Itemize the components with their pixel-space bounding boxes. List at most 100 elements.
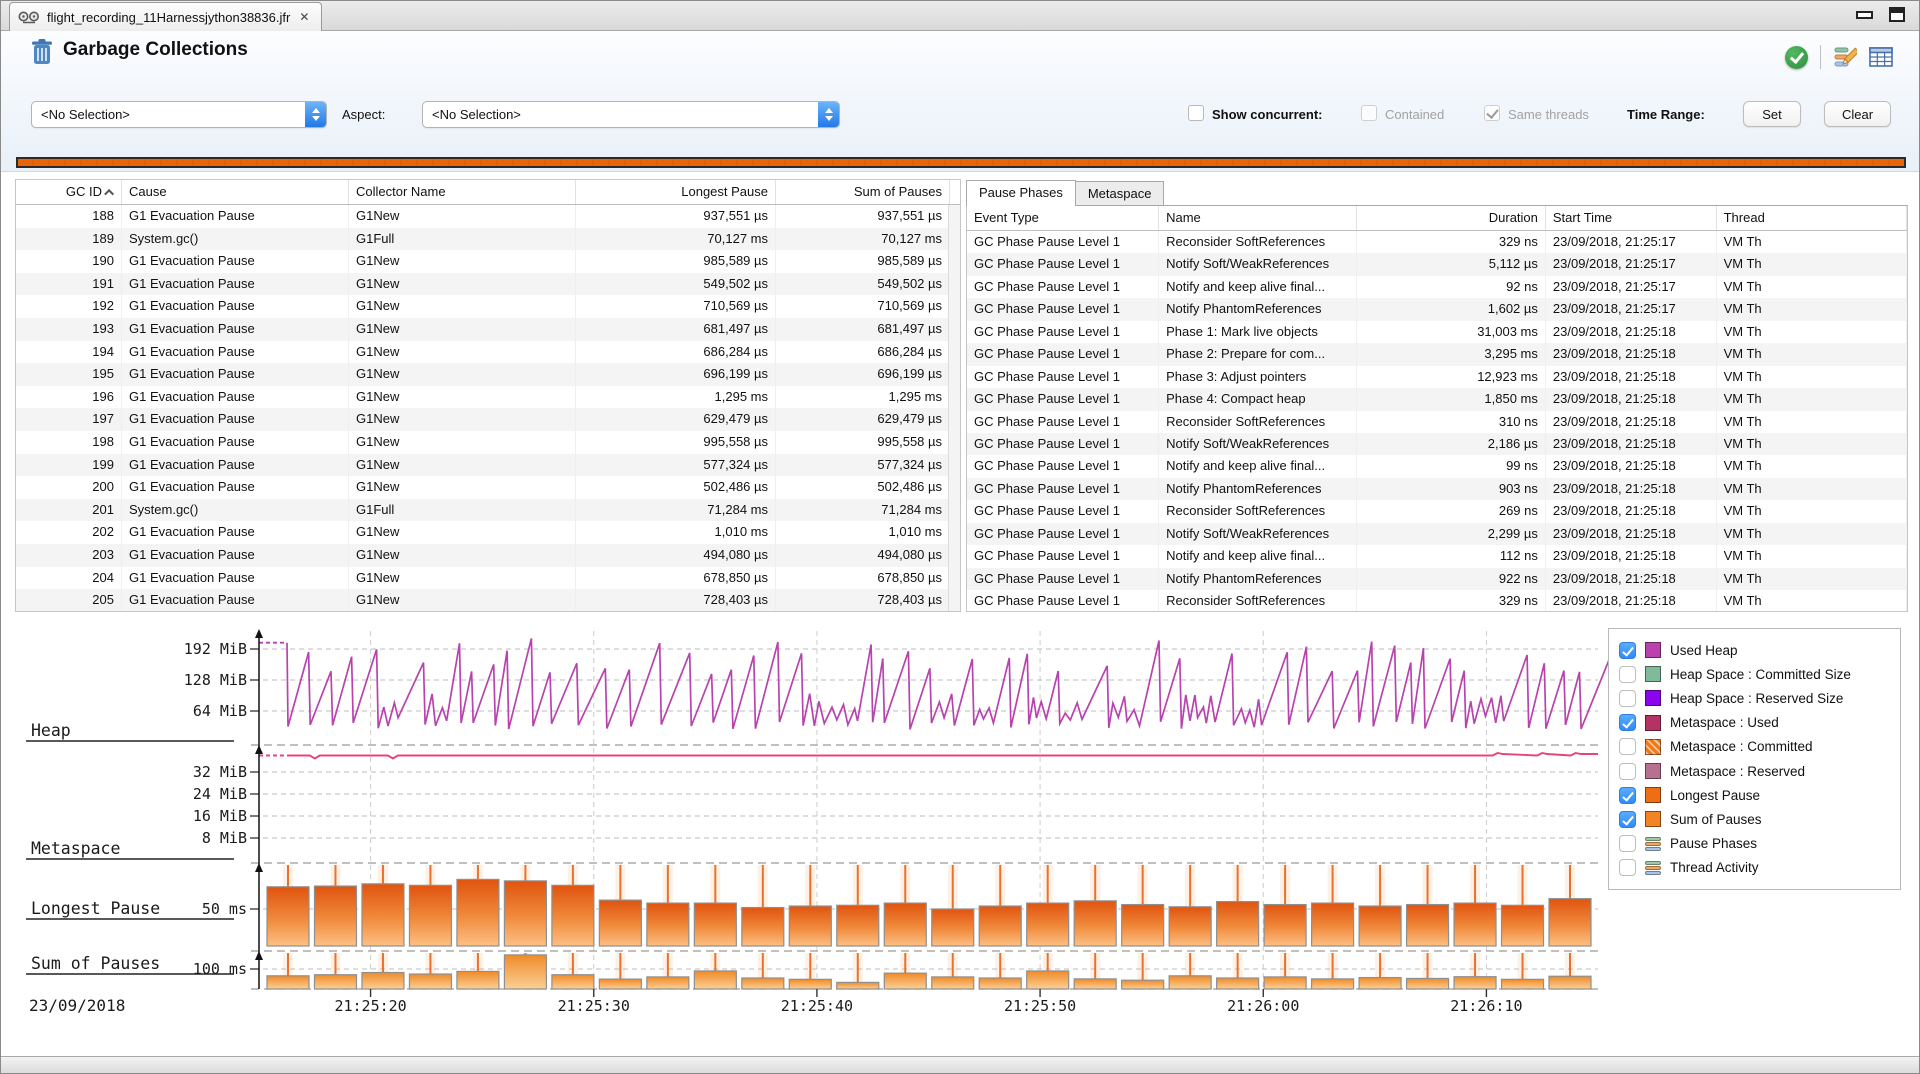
table-row[interactable]: 198G1 Evacuation PauseG1New995,558 µs995… bbox=[16, 431, 960, 454]
table-cell[interactable]: 190 bbox=[16, 250, 122, 273]
table-cell[interactable]: Reconsider SoftReferences bbox=[1159, 500, 1357, 522]
table-cell[interactable]: 629,479 µs bbox=[776, 408, 950, 431]
table-cell[interactable]: G1 Evacuation Pause bbox=[122, 408, 349, 431]
maximize-icon[interactable] bbox=[1889, 7, 1905, 22]
table-cell[interactable]: GC Phase Pause Level 1 bbox=[967, 455, 1159, 477]
table-cell[interactable]: G1 Evacuation Pause bbox=[122, 521, 349, 544]
table-row[interactable]: 197G1 Evacuation PauseG1New629,479 µs629… bbox=[16, 408, 960, 431]
table-cell[interactable]: Phase 4: Compact heap bbox=[1159, 388, 1357, 410]
table-cell[interactable]: 194 bbox=[16, 341, 122, 364]
table-row[interactable]: 196G1 Evacuation PauseG1New1,295 ms1,295… bbox=[16, 386, 960, 409]
table-cell[interactable]: GC Phase Pause Level 1 bbox=[967, 433, 1159, 455]
table-cell[interactable]: 112 ns bbox=[1357, 545, 1546, 567]
table-row[interactable]: GC Phase Pause Level 1Notify PhantomRefe… bbox=[967, 568, 1907, 590]
table-cell[interactable]: VM Th bbox=[1717, 388, 1907, 410]
table-cell[interactable]: VM Th bbox=[1717, 433, 1907, 455]
table-cell[interactable]: Notify and keep alive final... bbox=[1159, 455, 1357, 477]
table-cell[interactable]: 728,403 µs bbox=[776, 589, 950, 612]
table-cell[interactable]: Notify and keep alive final... bbox=[1159, 276, 1357, 298]
same-threads-checkbox[interactable] bbox=[1484, 105, 1500, 121]
table-cell[interactable]: G1New bbox=[349, 205, 576, 228]
table-cell[interactable]: Notify and keep alive final... bbox=[1159, 545, 1357, 567]
table-cell[interactable]: Notify Soft/WeakReferences bbox=[1159, 523, 1357, 545]
table-cell[interactable]: 329 ns bbox=[1357, 590, 1546, 612]
table-cell[interactable]: 23/09/2018, 21:25:18 bbox=[1546, 455, 1717, 477]
table-cell[interactable]: VM Th bbox=[1717, 545, 1907, 567]
legend-checkbox[interactable] bbox=[1619, 859, 1636, 876]
table-cell[interactable]: 196 bbox=[16, 386, 122, 409]
gc-col-header[interactable]: Sum of Pauses bbox=[776, 180, 950, 204]
table-cell[interactable]: G1New bbox=[349, 544, 576, 567]
table-cell[interactable]: 681,497 µs bbox=[576, 318, 776, 341]
table-cell[interactable]: Notify Soft/WeakReferences bbox=[1159, 433, 1357, 455]
table-row[interactable]: 200G1 Evacuation PauseG1New502,486 µs502… bbox=[16, 476, 960, 499]
table-cell[interactable]: VM Th bbox=[1717, 523, 1907, 545]
table-cell[interactable]: VM Th bbox=[1717, 253, 1907, 275]
table-cell[interactable]: GC Phase Pause Level 1 bbox=[967, 545, 1159, 567]
table-cell[interactable]: GC Phase Pause Level 1 bbox=[967, 388, 1159, 410]
table-cell[interactable]: 23/09/2018, 21:25:18 bbox=[1546, 478, 1717, 500]
table-cell[interactable]: G1New bbox=[349, 431, 576, 454]
table-row[interactable]: GC Phase Pause Level 1Notify and keep al… bbox=[967, 276, 1907, 298]
table-cell[interactable]: 198 bbox=[16, 431, 122, 454]
table-cell[interactable]: 199 bbox=[16, 454, 122, 477]
table-cell[interactable]: 1,602 µs bbox=[1357, 298, 1546, 320]
phases-col-header[interactable]: Duration bbox=[1357, 206, 1546, 230]
table-cell[interactable]: Notify PhantomReferences bbox=[1159, 568, 1357, 590]
table-cell[interactable]: 23/09/2018, 21:25:17 bbox=[1546, 276, 1717, 298]
table-cell[interactable]: Phase 2: Prepare for com... bbox=[1159, 343, 1357, 365]
table-cell[interactable]: G1 Evacuation Pause bbox=[122, 454, 349, 477]
show-concurrent-checkbox[interactable] bbox=[1188, 105, 1204, 121]
table-cell[interactable]: 23/09/2018, 21:25:18 bbox=[1546, 388, 1717, 410]
table-cell[interactable]: 70,127 ms bbox=[776, 228, 950, 251]
phases-col-header[interactable]: Start Time bbox=[1546, 206, 1717, 230]
table-cell[interactable]: G1Full bbox=[349, 499, 576, 522]
table-row[interactable]: 189System.gc()G1Full70,127 ms70,127 ms bbox=[16, 228, 960, 251]
table-cell[interactable]: GC Phase Pause Level 1 bbox=[967, 478, 1159, 500]
table-cell[interactable]: 23/09/2018, 21:25:18 bbox=[1546, 433, 1717, 455]
table-cell[interactable]: G1New bbox=[349, 250, 576, 273]
table-cell[interactable]: 269 ns bbox=[1357, 500, 1546, 522]
table-cell[interactable]: 191 bbox=[16, 273, 122, 296]
table-row[interactable]: 188G1 Evacuation PauseG1New937,551 µs937… bbox=[16, 205, 960, 228]
table-cell[interactable]: 1,010 ms bbox=[776, 521, 950, 544]
table-cell[interactable]: GC Phase Pause Level 1 bbox=[967, 321, 1159, 343]
table-cell[interactable]: 502,486 µs bbox=[776, 476, 950, 499]
table-cell[interactable]: 71,284 ms bbox=[776, 499, 950, 522]
table-cell[interactable]: G1 Evacuation Pause bbox=[122, 589, 349, 612]
contained-checkbox[interactable] bbox=[1361, 105, 1377, 121]
combo-stepper-icon[interactable] bbox=[305, 102, 326, 127]
gc-selection-combo[interactable]: <No Selection> bbox=[31, 101, 327, 128]
table-cell[interactable]: 577,324 µs bbox=[776, 454, 950, 477]
table-cell[interactable]: G1New bbox=[349, 408, 576, 431]
table-cell[interactable]: 494,080 µs bbox=[576, 544, 776, 567]
table-cell[interactable]: 71,284 ms bbox=[576, 499, 776, 522]
table-cell[interactable]: 710,569 µs bbox=[776, 295, 950, 318]
table-cell[interactable]: G1New bbox=[349, 386, 576, 409]
table-cell[interactable]: GC Phase Pause Level 1 bbox=[967, 590, 1159, 612]
table-cell[interactable]: Notify Soft/WeakReferences bbox=[1159, 253, 1357, 275]
table-cell[interactable]: VM Th bbox=[1717, 500, 1907, 522]
table-cell[interactable]: VM Th bbox=[1717, 276, 1907, 298]
table-row[interactable]: 191G1 Evacuation PauseG1New549,502 µs549… bbox=[16, 273, 960, 296]
table-cell[interactable]: Phase 1: Mark live objects bbox=[1159, 321, 1357, 343]
table-cell[interactable]: 549,502 µs bbox=[776, 273, 950, 296]
gc-col-header[interactable]: Collector Name bbox=[349, 180, 576, 204]
table-cell[interactable]: 678,850 µs bbox=[776, 567, 950, 590]
table-cell[interactable]: 310 ns bbox=[1357, 411, 1546, 433]
table-cell[interactable]: G1 Evacuation Pause bbox=[122, 205, 349, 228]
table-cell[interactable]: 23/09/2018, 21:25:18 bbox=[1546, 545, 1717, 567]
table-row[interactable]: 199G1 Evacuation PauseG1New577,324 µs577… bbox=[16, 454, 960, 477]
table-settings-icon[interactable] bbox=[1869, 47, 1893, 67]
table-cell[interactable]: G1Full bbox=[349, 228, 576, 251]
table-cell[interactable]: GC Phase Pause Level 1 bbox=[967, 411, 1159, 433]
table-cell[interactable]: 1,010 ms bbox=[576, 521, 776, 544]
table-cell[interactable]: 195 bbox=[16, 363, 122, 386]
table-cell[interactable]: 23/09/2018, 21:25:18 bbox=[1546, 321, 1717, 343]
legend-checkbox[interactable] bbox=[1619, 787, 1636, 804]
table-cell[interactable]: 922 ns bbox=[1357, 568, 1546, 590]
table-cell[interactable]: VM Th bbox=[1717, 568, 1907, 590]
table-cell[interactable]: 728,403 µs bbox=[576, 589, 776, 612]
table-cell[interactable]: 23/09/2018, 21:25:17 bbox=[1546, 231, 1717, 253]
table-cell[interactable]: 193 bbox=[16, 318, 122, 341]
